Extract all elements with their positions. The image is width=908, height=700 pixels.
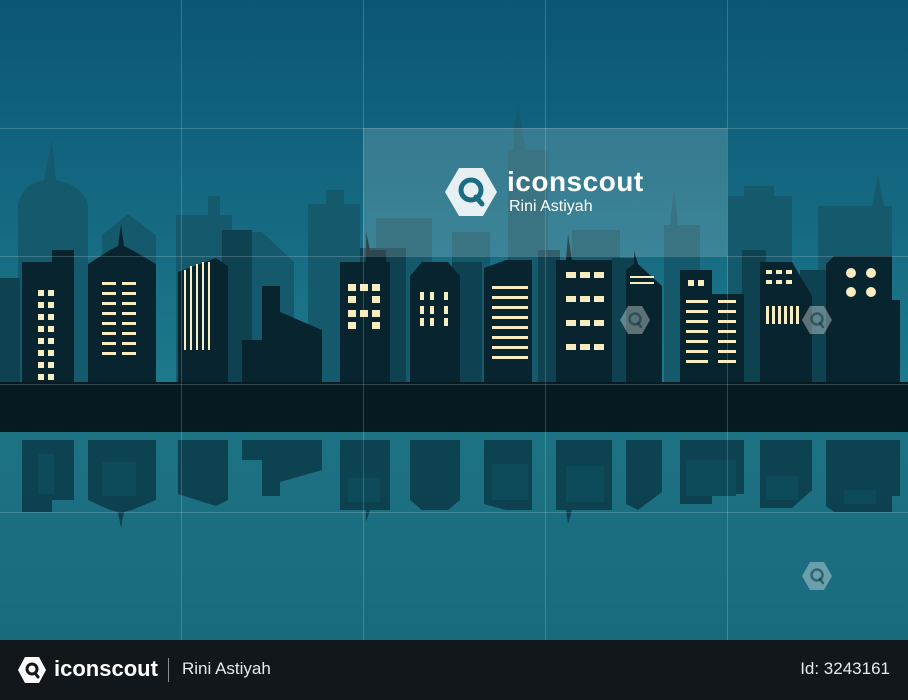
watermark-panel: iconscout Rini Astiyah [363, 128, 727, 256]
footer-brand[interactable]: iconscout [54, 656, 158, 682]
iconscout-logo-icon[interactable] [18, 656, 46, 684]
ground-band [0, 382, 908, 432]
footer-bar: iconscout Rini Astiyah Id: 3243161 [0, 640, 908, 700]
watermark-brand: iconscout [507, 166, 644, 197]
iconscout-mini-icon [620, 306, 650, 334]
iconscout-logo-icon [445, 168, 497, 216]
footer-author[interactable]: Rini Astiyah [182, 659, 271, 679]
footer-asset-id: Id: 3243161 [800, 659, 890, 678]
far-tower-13 [744, 186, 774, 198]
watermark-author: Rini Astiyah [509, 198, 593, 215]
far-tower-4 [208, 196, 220, 218]
footer-divider [168, 658, 169, 682]
iconscout-mini-icon [802, 562, 832, 590]
iconscout-mini-icon [802, 306, 832, 334]
far-tower-7 [326, 190, 344, 206]
skyline-svg [0, 0, 908, 640]
city-skyline-illustration: iconscout Rini Astiyah [0, 0, 908, 640]
